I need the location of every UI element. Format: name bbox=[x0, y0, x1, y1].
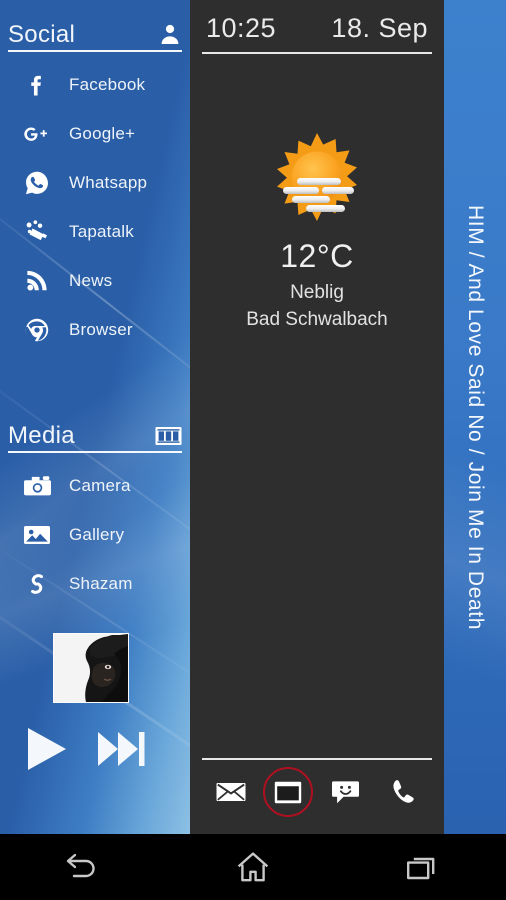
filmstrip-icon bbox=[155, 425, 182, 448]
left-sidebar: Social Facebook Google+ Whatsapp Tapatal… bbox=[0, 0, 190, 834]
now-playing-text: HIM / And Love Said No / Join Me In Deat… bbox=[464, 204, 487, 630]
sun-fog-icon bbox=[190, 128, 444, 232]
social-app-list: Facebook Google+ Whatsapp Tapatalk News … bbox=[0, 60, 190, 354]
sidebar-item-googleplus[interactable]: Google+ bbox=[0, 109, 190, 158]
sidebar-item-camera[interactable]: Camera bbox=[0, 461, 190, 510]
media-app-list: Camera Gallery Shazam bbox=[0, 461, 190, 608]
sidebar-item-label: Camera bbox=[69, 475, 131, 495]
clock-time: 10:25 bbox=[206, 12, 277, 43]
system-navigation-bar bbox=[0, 834, 506, 900]
home-screen: Social Facebook Google+ Whatsapp Tapatal… bbox=[0, 0, 506, 900]
sidebar-item-gallery[interactable]: Gallery bbox=[0, 510, 190, 559]
whatsapp-icon bbox=[22, 168, 52, 198]
facebook-icon bbox=[22, 70, 52, 100]
sidebar-item-shazam[interactable]: Shazam bbox=[0, 559, 190, 608]
sidebar-item-label: Google+ bbox=[69, 123, 136, 143]
sidebar-item-label: News bbox=[69, 270, 113, 290]
social-section: Social Facebook Google+ Whatsapp Tapatal… bbox=[0, 22, 190, 354]
gallery-icon bbox=[22, 520, 52, 550]
person-icon bbox=[158, 22, 182, 47]
weather-widget[interactable]: 12°C Neblig Bad Schwalbach bbox=[190, 128, 444, 331]
sidebar-item-label: Whatsapp bbox=[69, 172, 148, 192]
rss-icon bbox=[22, 266, 52, 296]
sidebar-item-tapatalk[interactable]: Tapatalk bbox=[0, 207, 190, 256]
right-panel: HIM / And Love Said No / Join Me In Deat… bbox=[444, 0, 506, 834]
sidebar-item-news[interactable]: News bbox=[0, 256, 190, 305]
dock-item-messages[interactable] bbox=[323, 769, 369, 815]
album-art[interactable] bbox=[53, 633, 129, 703]
social-section-header: Social bbox=[8, 22, 182, 52]
dock-item-email[interactable] bbox=[208, 769, 254, 815]
media-transport-controls bbox=[22, 727, 172, 775]
sidebar-item-label: Shazam bbox=[69, 573, 133, 593]
sidebar-item-browser[interactable]: Browser bbox=[0, 305, 190, 354]
play-icon[interactable] bbox=[22, 726, 70, 777]
sidebar-item-label: Browser bbox=[69, 319, 133, 339]
sidebar-item-label: Facebook bbox=[69, 74, 146, 94]
sidebar-item-whatsapp[interactable]: Whatsapp bbox=[0, 158, 190, 207]
clock-date: 18. Sep bbox=[331, 12, 428, 43]
sidebar-item-label: Tapatalk bbox=[69, 221, 134, 241]
dock-item-phone[interactable] bbox=[380, 769, 426, 815]
sidebar-item-label: Gallery bbox=[69, 524, 125, 544]
media-section-title: Media bbox=[8, 422, 75, 449]
sidebar-item-facebook[interactable]: Facebook bbox=[0, 60, 190, 109]
tapatalk-icon bbox=[22, 217, 52, 247]
recents-icon[interactable] bbox=[383, 841, 461, 893]
weather-temperature: 12°C bbox=[280, 238, 354, 274]
clock-date-widget[interactable]: 10:25 18. Sep bbox=[202, 8, 432, 54]
weather-location: Bad Schwalbach bbox=[246, 309, 388, 330]
home-icon[interactable] bbox=[214, 841, 292, 893]
weather-condition: Neblig bbox=[290, 282, 344, 303]
next-track-icon[interactable] bbox=[96, 729, 148, 774]
camera-icon bbox=[22, 471, 52, 501]
highlight-ring bbox=[263, 767, 314, 817]
media-section: Media Camera Gallery Shazam bbox=[0, 424, 190, 608]
now-playing-ticker[interactable]: HIM / And Love Said No / Join Me In Deat… bbox=[444, 0, 506, 834]
chrome-icon bbox=[22, 315, 52, 345]
back-icon[interactable] bbox=[45, 841, 123, 893]
center-panel: 10:25 18. Sep 12°C Neblig Bad Schwalbach bbox=[190, 0, 444, 834]
media-section-header: Media bbox=[8, 424, 182, 453]
dock-bar bbox=[202, 758, 432, 820]
googleplus-icon bbox=[22, 119, 52, 149]
social-section-title: Social bbox=[8, 21, 76, 48]
shazam-icon bbox=[22, 569, 52, 599]
dock-item-gmail[interactable] bbox=[263, 767, 314, 817]
